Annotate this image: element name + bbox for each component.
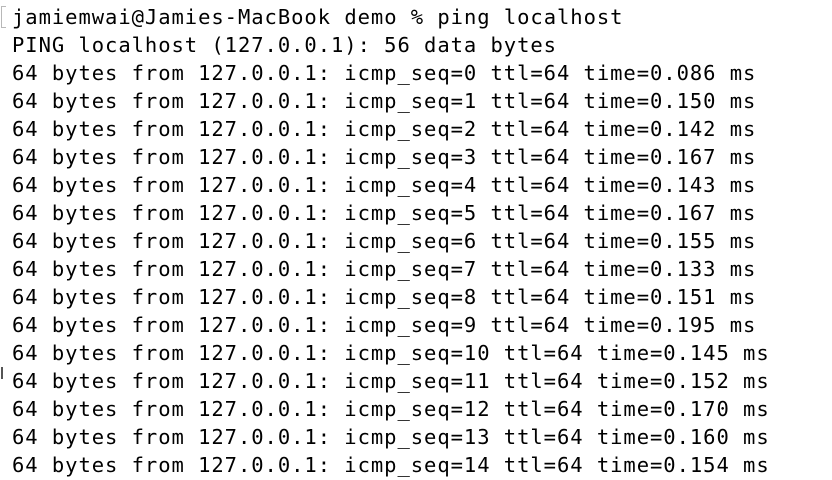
ping-reply-line: 64 bytes from 127.0.0.1: icmp_seq=14 ttl…: [12, 453, 770, 477]
prompt-symbol: %: [410, 5, 425, 29]
ping-reply-line: 64 bytes from 127.0.0.1: icmp_seq=9 ttl=…: [12, 313, 757, 337]
ping-reply-line: 64 bytes from 127.0.0.1: icmp_seq=8 ttl=…: [12, 285, 757, 309]
ping-reply-line: 64 bytes from 127.0.0.1: icmp_seq=4 ttl=…: [12, 173, 757, 197]
ping-reply-line: 64 bytes from 127.0.0.1: icmp_seq=13 ttl…: [12, 425, 770, 449]
ping-reply-line: 64 bytes from 127.0.0.1: icmp_seq=10 ttl…: [12, 341, 770, 365]
ping-reply-line: 64 bytes from 127.0.0.1: icmp_seq=7 ttl=…: [12, 257, 757, 281]
terminal-output: jamiemwai@Jamies-MacBook demo % ping loc…: [12, 3, 770, 479]
ping-reply-line: 64 bytes from 127.0.0.1: icmp_seq=2 ttl=…: [12, 117, 757, 141]
prompt-user-host: jamiemwai@Jamies-MacBook: [12, 5, 332, 29]
ping-reply-line: 64 bytes from 127.0.0.1: icmp_seq=0 ttl=…: [12, 61, 757, 85]
ping-reply-line: 64 bytes from 127.0.0.1: icmp_seq=3 ttl=…: [12, 145, 757, 169]
prompt-mark-bracket: [1, 6, 6, 28]
ping-header-line: PING localhost (127.0.0.1): 56 data byte…: [12, 33, 557, 57]
prompt-directory: demo: [344, 5, 398, 29]
ping-reply-line: 64 bytes from 127.0.0.1: icmp_seq=5 ttl=…: [12, 201, 757, 225]
prompt-command: ping localhost: [437, 5, 624, 29]
ping-reply-line: 64 bytes from 127.0.0.1: icmp_seq=12 ttl…: [12, 397, 770, 421]
terminal-window[interactable]: jamiemwai@Jamies-MacBook demo % ping loc…: [0, 0, 832, 480]
ping-reply-line: 64 bytes from 127.0.0.1: icmp_seq=11 ttl…: [12, 369, 770, 393]
ping-reply-line: 64 bytes from 127.0.0.1: icmp_seq=1 ttl=…: [12, 89, 757, 113]
ping-reply-line: 64 bytes from 127.0.0.1: icmp_seq=6 ttl=…: [12, 229, 757, 253]
scroll-marker: [1, 367, 3, 379]
prompt-line: jamiemwai@Jamies-MacBook demo % ping loc…: [12, 3, 770, 31]
